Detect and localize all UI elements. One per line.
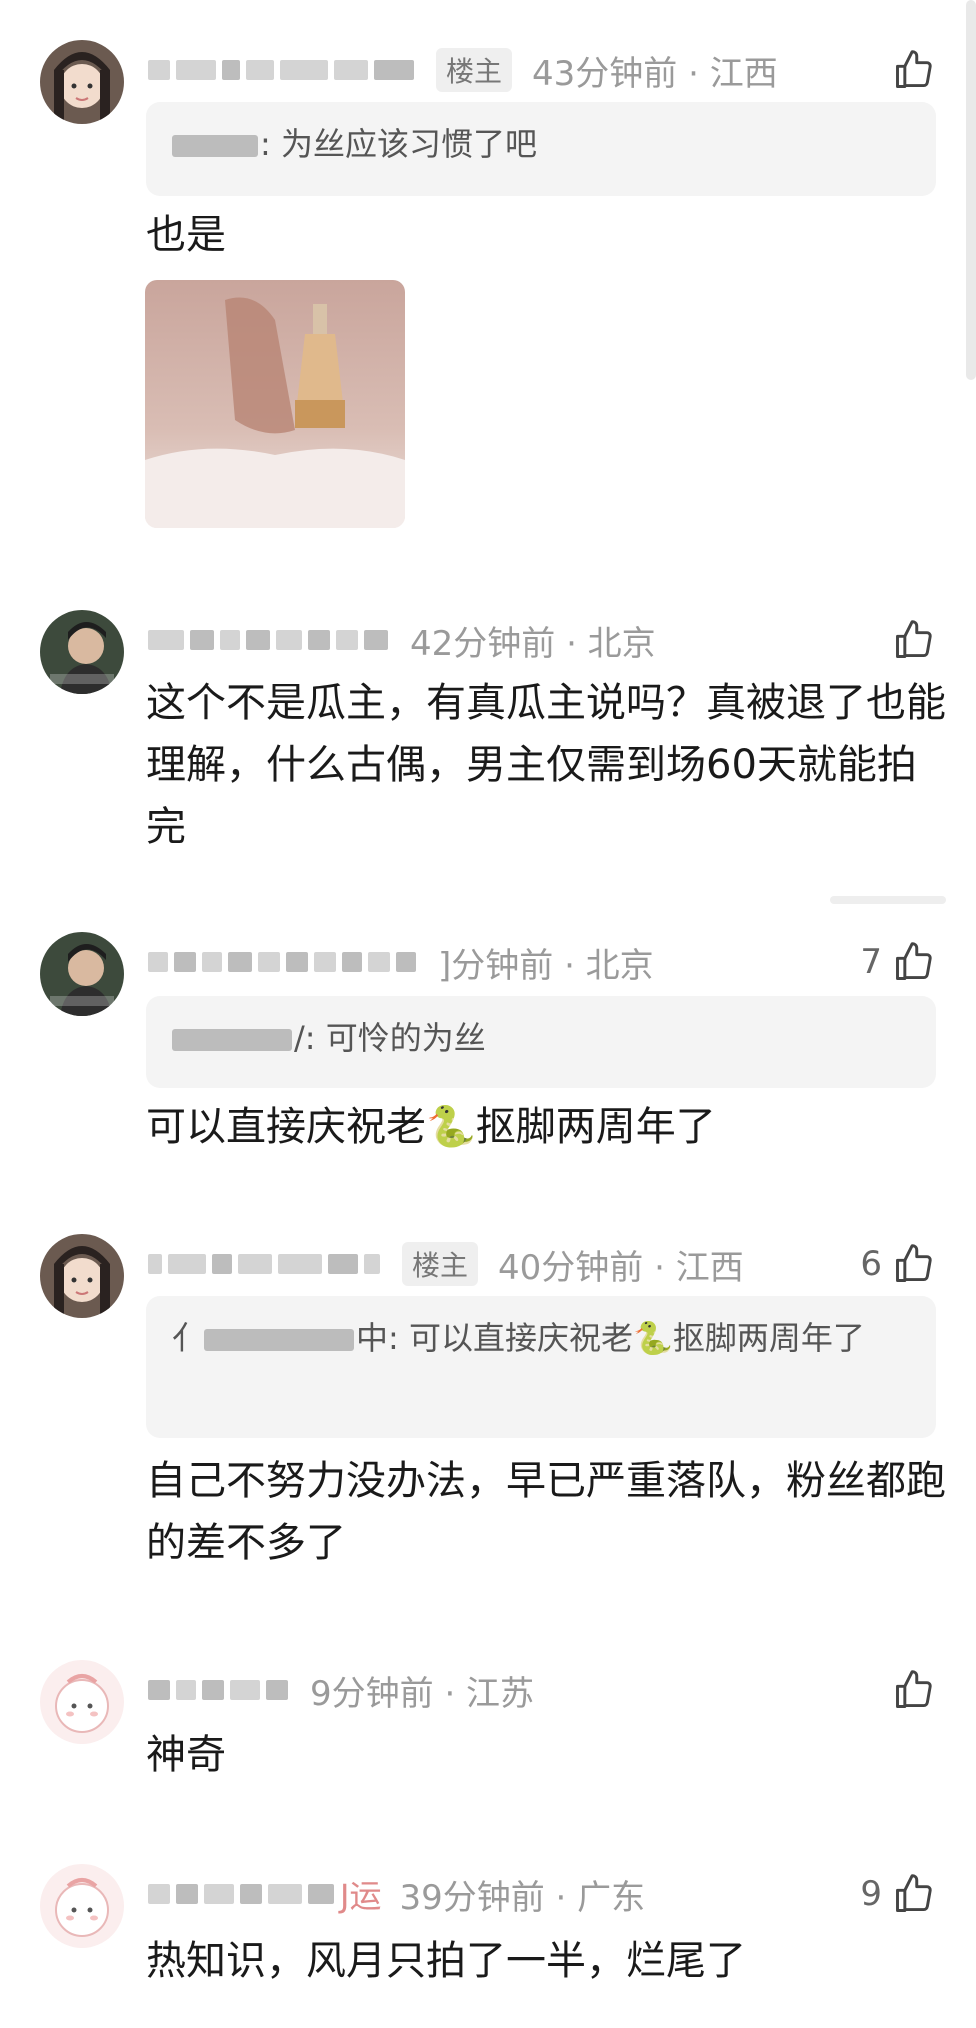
timestamp-location: ]分钟前 · 北京	[438, 945, 654, 986]
quoted-username-blurred	[172, 135, 258, 157]
like-count: 9	[860, 1874, 882, 1914]
quoted-reply[interactable]: : 为丝应该习惯了吧	[146, 102, 936, 196]
quoted-text: : 为丝应该习惯了吧	[260, 125, 537, 163]
quoted-reply[interactable]: /: 可怜的为丝	[146, 996, 936, 1088]
like-button[interactable]: 7	[860, 938, 936, 986]
like-count: 6	[860, 1244, 882, 1284]
scrollbar[interactable]	[966, 0, 976, 380]
thumbs-up-icon	[896, 620, 932, 658]
quoted-username-blurred	[172, 1029, 292, 1051]
comment-meta: 楼主 43分钟前 · 江西	[148, 46, 778, 94]
avatar[interactable]	[40, 1234, 124, 1318]
comment-meta: ]分钟前 · 北京	[148, 938, 654, 986]
comment-meta: 楼主 40分钟前 · 江西	[148, 1240, 744, 1288]
comment-text: 可以直接庆祝老🐍抠脚两周年了	[146, 1104, 716, 1150]
timestamp-location: 42分钟前 · 北京	[410, 623, 656, 664]
username-blurred[interactable]	[148, 1670, 288, 1710]
like-count: 7	[860, 942, 882, 982]
username-blurred[interactable]	[148, 620, 388, 660]
username-blurred[interactable]	[148, 1874, 334, 1914]
thumbs-up-icon	[896, 942, 932, 980]
like-button[interactable]: 6	[860, 1240, 936, 1288]
timestamp-location: 39分钟前 · 广东	[399, 1877, 646, 1918]
comment-meta: J运 39分钟前 · 广东	[148, 1870, 645, 1918]
username-blurred[interactable]	[148, 50, 414, 90]
avatar[interactable]	[40, 1660, 124, 1744]
comment-image[interactable]	[145, 280, 405, 528]
avatar[interactable]	[40, 932, 124, 1016]
comment-text: 也是	[146, 212, 226, 258]
quoted-text: 中: 可以直接庆祝老🐍抠脚两周年了	[356, 1319, 865, 1357]
thumbs-up-icon	[896, 1874, 932, 1912]
like-button[interactable]: 9	[860, 1870, 936, 1918]
quoted-username-blurred	[204, 1329, 355, 1351]
quoted-reply[interactable]: 亻 中: 可以直接庆祝老🐍抠脚两周年了	[146, 1296, 936, 1438]
username-blurred[interactable]	[148, 942, 416, 982]
timestamp-location: 9分钟前 · 江苏	[310, 1673, 535, 1714]
avatar[interactable]	[40, 610, 124, 694]
like-button[interactable]	[892, 616, 936, 664]
quoted-prefix: 亻	[172, 1319, 205, 1357]
comment-text: 热知识，风月只拍了一半，烂尾了	[146, 1938, 746, 1984]
comment-text: 这个不是瓜主，有真瓜主说吗？真被退了也能理解，什么古偶，男主仅需到场60天就能拍…	[146, 680, 946, 850]
comment-text: 自己不努力没办法，早已严重落队，粉丝都跑的差不多了	[146, 1458, 946, 1566]
avatar[interactable]	[40, 1864, 124, 1948]
quoted-text: /: 可怜的为丝	[294, 1019, 486, 1057]
like-button[interactable]	[892, 46, 936, 94]
user-tag: J运	[340, 1877, 382, 1915]
like-button[interactable]	[892, 1666, 936, 1714]
comment-meta: 42分钟前 · 北京	[148, 616, 656, 664]
timestamp-location: 40分钟前 · 江西	[498, 1247, 744, 1288]
timestamp-location: 43分钟前 · 江西	[532, 53, 778, 94]
thumbs-up-icon	[896, 1670, 932, 1708]
comment-meta: 9分钟前 · 江苏	[148, 1666, 534, 1714]
comment-text: 神奇	[146, 1732, 226, 1778]
username-blurred[interactable]	[148, 1244, 380, 1284]
avatar[interactable]	[40, 40, 124, 124]
thumbs-up-icon	[896, 50, 932, 88]
divider	[830, 896, 946, 904]
op-badge: 楼主	[436, 48, 513, 92]
op-badge: 楼主	[402, 1242, 479, 1286]
thumbs-up-icon	[896, 1244, 932, 1282]
